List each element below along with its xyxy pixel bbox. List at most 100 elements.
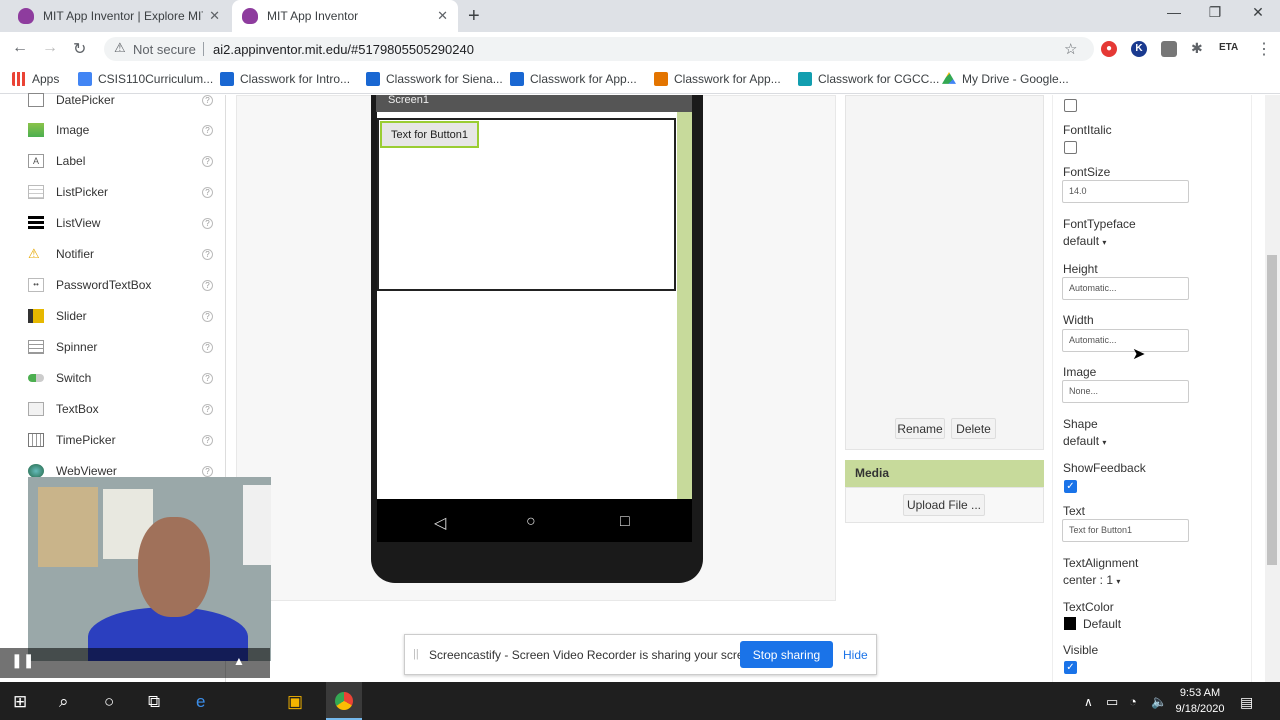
- help-icon[interactable]: ?: [202, 248, 213, 260]
- tab-app-inventor[interactable]: MIT App Inventor ✕: [232, 0, 458, 32]
- help-icon[interactable]: ?: [202, 186, 213, 198]
- collapse-icon[interactable]: ▲: [233, 654, 245, 668]
- wifi-icon[interactable]: ◔: [1129, 694, 1137, 709]
- help-icon[interactable]: ?: [202, 217, 213, 229]
- edge-icon[interactable]: e: [196, 692, 205, 712]
- extension-k-icon[interactable]: K: [1131, 41, 1147, 57]
- listpicker-icon: [28, 185, 44, 199]
- palette-item-passwordtextbox[interactable]: •• PasswordTextBox ?: [28, 275, 213, 295]
- scrollbar-thumb[interactable]: [1267, 255, 1277, 565]
- width-input[interactable]: Automatic...: [1062, 329, 1189, 352]
- maximize-icon[interactable]: ❐: [1195, 4, 1235, 21]
- bookmark-item[interactable]: Classwork for App...: [510, 71, 637, 87]
- bookmark-item[interactable]: My Drive - Google...: [942, 71, 1069, 87]
- cortana-icon[interactable]: ○: [104, 692, 114, 712]
- palette-item-image[interactable]: Image ?: [28, 120, 213, 140]
- help-icon[interactable]: ?: [202, 155, 213, 167]
- volume-icon[interactable]: 🔈: [1151, 694, 1167, 710]
- task-view-icon[interactable]: ⧉: [148, 692, 160, 712]
- url-text[interactable]: ai2.appinventor.mit.edu/#517980550529024…: [213, 42, 474, 57]
- rename-button[interactable]: Rename: [895, 418, 945, 439]
- window-close-icon[interactable]: ✕: [1238, 4, 1278, 21]
- delete-button[interactable]: Delete: [951, 418, 996, 439]
- switch-icon: [28, 374, 44, 382]
- clock-date: 9/18/2020: [1175, 703, 1225, 715]
- warning-icon[interactable]: ⚠: [114, 40, 126, 56]
- chrome-taskbar-button[interactable]: [326, 682, 362, 720]
- bookmark-star-icon[interactable]: ☆: [1064, 40, 1077, 58]
- palette-item-notifier[interactable]: ⚠ Notifier ?: [28, 244, 213, 264]
- help-icon[interactable]: ?: [202, 403, 213, 415]
- palette-item-timepicker[interactable]: TimePicker ?: [28, 430, 213, 450]
- minimize-icon[interactable]: —: [1154, 4, 1194, 20]
- fonttypeface-value: default: [1063, 234, 1100, 248]
- textcolor-value[interactable]: Default: [1083, 617, 1121, 631]
- palette-item-spinner[interactable]: Spinner ?: [28, 337, 213, 357]
- bookmark-apps[interactable]: Apps: [12, 71, 59, 87]
- tab-explore[interactable]: MIT App Inventor | Explore MIT A ✕: [8, 0, 230, 32]
- clock[interactable]: 9:53 AM 9/18/2020: [1170, 685, 1230, 717]
- fontsize-input[interactable]: 14.0: [1062, 180, 1189, 203]
- tray-chevron-icon[interactable]: ∧: [1084, 695, 1093, 709]
- text-label: Text: [1063, 504, 1086, 518]
- extensions-puzzle-icon[interactable]: ✱: [1191, 40, 1203, 57]
- text-input[interactable]: Text for Button1: [1062, 519, 1189, 542]
- visible-checkbox[interactable]: ✓: [1064, 661, 1077, 674]
- palette-item-textbox[interactable]: TextBox ?: [28, 399, 213, 419]
- close-icon[interactable]: ✕: [209, 8, 220, 24]
- close-icon[interactable]: ✕: [437, 8, 448, 24]
- help-icon[interactable]: ?: [202, 279, 213, 291]
- palette-item-listpicker[interactable]: ListPicker ?: [28, 182, 213, 202]
- shape-dropdown[interactable]: default ▾: [1063, 432, 1106, 450]
- textalignment-dropdown[interactable]: center : 1 ▾: [1063, 571, 1120, 589]
- stop-sharing-button[interactable]: Stop sharing: [740, 641, 833, 668]
- showfeedback-checkbox[interactable]: ✓: [1064, 480, 1077, 493]
- height-input[interactable]: Automatic...: [1062, 277, 1189, 300]
- bookmark-item[interactable]: Classwork for CGCC...: [798, 71, 939, 87]
- bookmark-item[interactable]: Classwork for App...: [654, 71, 781, 87]
- hide-button[interactable]: Hide: [843, 648, 868, 662]
- extension-eta-icon[interactable]: ETA: [1219, 42, 1238, 53]
- webviewer-icon: [28, 464, 44, 478]
- fonttypeface-dropdown[interactable]: default ▾: [1063, 232, 1106, 250]
- help-icon[interactable]: ?: [202, 94, 213, 106]
- help-icon[interactable]: ?: [202, 465, 213, 477]
- screencastify-extension-icon[interactable]: ●: [1101, 41, 1117, 57]
- forward-icon[interactable]: →: [42, 39, 58, 57]
- notifier-icon: ⚠: [28, 246, 40, 261]
- help-icon[interactable]: ?: [202, 341, 213, 353]
- width-label: Width: [1063, 313, 1094, 327]
- textcolor-swatch[interactable]: [1064, 617, 1076, 630]
- bookmark-item[interactable]: Classwork for Intro...: [220, 71, 350, 87]
- palette-item-label[interactable]: A Label ?: [28, 151, 213, 171]
- new-tab-icon[interactable]: +: [468, 5, 480, 28]
- help-icon[interactable]: ?: [202, 310, 213, 322]
- network-icon[interactable]: ▭: [1106, 694, 1118, 710]
- help-icon[interactable]: ?: [202, 372, 213, 384]
- bookmark-item[interactable]: Classwork for Siena...: [366, 71, 503, 87]
- image-input[interactable]: None...: [1062, 380, 1189, 403]
- drag-handle-icon[interactable]: ||: [413, 648, 419, 660]
- not-secure-label[interactable]: Not secure: [133, 42, 196, 57]
- fontitalic-checkbox[interactable]: [1064, 141, 1077, 154]
- upload-file-button[interactable]: Upload File ...: [903, 494, 985, 516]
- palette-item-listview[interactable]: ListView ?: [28, 213, 213, 233]
- pause-icon[interactable]: ❚❚: [11, 652, 34, 669]
- back-icon[interactable]: ←: [12, 39, 28, 57]
- windows-start-icon[interactable]: ⊞: [13, 692, 27, 712]
- reload-icon[interactable]: ↻: [73, 39, 86, 59]
- palette-item-label: Notifier: [56, 247, 95, 261]
- palette-item-slider[interactable]: Slider ?: [28, 306, 213, 326]
- help-icon[interactable]: ?: [202, 434, 213, 446]
- search-icon[interactable]: ⌕: [59, 692, 69, 712]
- help-icon[interactable]: ?: [202, 124, 213, 136]
- extension-shield-icon[interactable]: [1161, 41, 1177, 57]
- fontbold-checkbox[interactable]: [1064, 99, 1077, 112]
- store-icon[interactable]: ▣: [287, 692, 303, 712]
- bookmark-item[interactable]: CSIS110Curriculum...: [78, 71, 213, 87]
- button1[interactable]: Text for Button1: [380, 121, 479, 148]
- palette-item-switch[interactable]: Switch ?: [28, 368, 213, 388]
- palette-item-datepicker[interactable]: DatePicker ?: [28, 90, 213, 110]
- notifications-icon[interactable]: ▤: [1240, 694, 1253, 711]
- menu-kebab-icon[interactable]: ⋮: [1256, 39, 1272, 59]
